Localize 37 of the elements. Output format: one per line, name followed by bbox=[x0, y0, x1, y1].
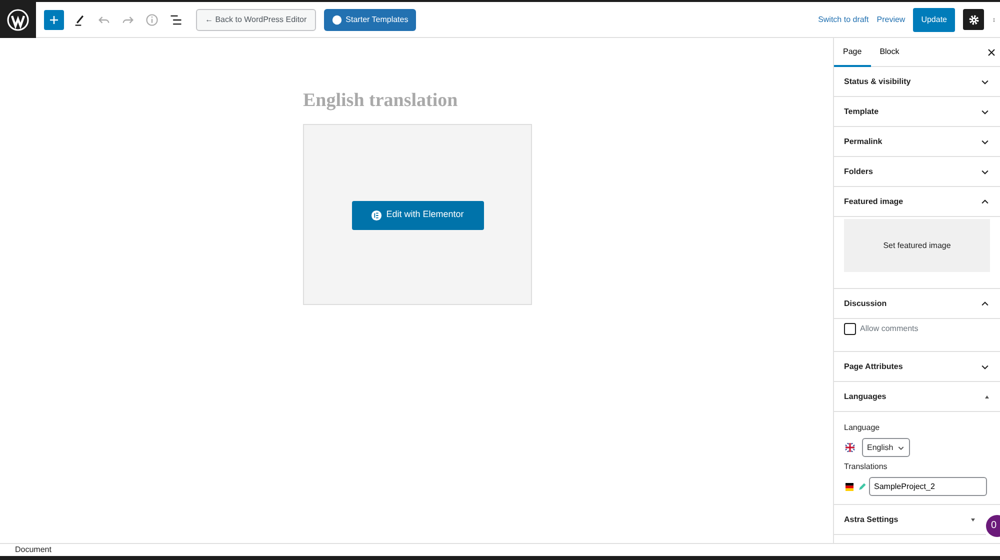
triangle-down-icon bbox=[970, 516, 976, 522]
panel-title: Featured image bbox=[844, 196, 904, 208]
panel-title: Page Attributes bbox=[844, 360, 903, 372]
close-icon[interactable] bbox=[987, 48, 996, 56]
panel-title: Folders bbox=[844, 166, 873, 178]
preview-link[interactable]: Preview bbox=[876, 14, 906, 26]
panel-title: Template bbox=[844, 106, 879, 118]
notification-badge: 0 bbox=[986, 515, 1000, 537]
gear-icon bbox=[968, 14, 980, 26]
panel-title: Permalink bbox=[844, 136, 882, 148]
set-featured-image-button[interactable]: Set featured image bbox=[844, 219, 990, 272]
field-label: Language bbox=[844, 422, 881, 434]
flag-icon bbox=[844, 482, 855, 490]
panel-title: Languages bbox=[844, 390, 886, 402]
panel-title: Discussion bbox=[844, 298, 887, 310]
language-select[interactable]: English bbox=[862, 438, 910, 457]
panel-title: Status & visibility bbox=[844, 76, 911, 88]
edit-with-elementor-button[interactable]: Edit with Elementor bbox=[352, 200, 484, 230]
plus-icon bbox=[48, 14, 60, 26]
elementor-icon bbox=[371, 210, 382, 220]
checkbox-label: Allow comments bbox=[860, 323, 918, 335]
sidebar-tab[interactable]: Block bbox=[870, 38, 908, 66]
wordpress-logo[interactable] bbox=[0, 2, 36, 38]
update-button[interactable]: Update bbox=[913, 8, 955, 32]
settings-button[interactable] bbox=[963, 9, 984, 30]
checkbox[interactable] bbox=[844, 323, 856, 335]
flag-icon bbox=[844, 443, 856, 452]
back-button[interactable]: ← Back to WordPress Editor bbox=[196, 8, 316, 30]
panel-title: Astra Settings bbox=[844, 514, 898, 526]
triangle-up-icon bbox=[984, 394, 990, 400]
status-bar: Document bbox=[0, 543, 1000, 560]
field-label: Translations bbox=[844, 461, 888, 473]
switch-to-draft-link[interactable]: Switch to draft bbox=[818, 14, 869, 26]
translation-input[interactable]: SampleProject_2 bbox=[869, 477, 987, 496]
add-block-button[interactable] bbox=[44, 10, 64, 30]
starter-templates-button[interactable]: Starter Templates bbox=[324, 8, 416, 30]
sidebar-tab[interactable]: Page bbox=[834, 38, 871, 66]
